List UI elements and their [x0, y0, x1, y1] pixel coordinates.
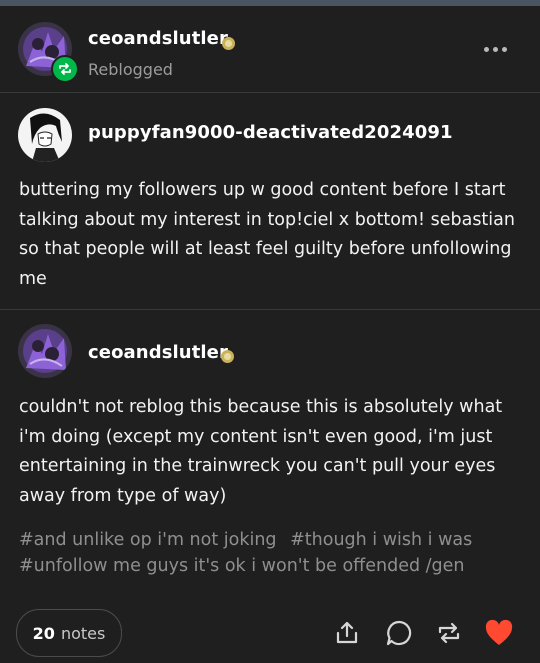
like-heart-icon[interactable] — [484, 618, 514, 648]
post-card: ceoandslutler Reblogged puppyfan9000-dea… — [0, 6, 540, 663]
reblog-author-name[interactable]: ceoandslutler — [88, 342, 228, 363]
reblogged-badge-icon — [51, 55, 79, 83]
tag-link[interactable]: #and unlike op i'm not joking — [19, 530, 277, 550]
reply-icon[interactable] — [384, 618, 414, 648]
reblog-text: couldn't not reblog this because this is… — [19, 397, 503, 506]
more-dots-icon[interactable] — [484, 44, 514, 54]
reblogger-name[interactable]: ceoandslutler — [88, 28, 228, 49]
tag-list: #and unlike op i'm not joking #though i … — [19, 527, 519, 579]
share-icon[interactable] — [332, 618, 362, 648]
original-author-name[interactable]: puppyfan9000-deactivated2024091 — [88, 122, 453, 143]
original-post-text: buttering my followers up w good content… — [19, 180, 515, 289]
reblogged-label: Reblogged — [88, 60, 173, 79]
blog-badge-icon — [222, 37, 235, 50]
tag-link[interactable]: #though i wish i was — [290, 530, 472, 550]
notes-count: 20 — [32, 623, 55, 643]
blog-badge-icon — [221, 350, 234, 363]
original-author-avatar[interactable] — [18, 108, 72, 162]
post-header: ceoandslutler Reblogged — [0, 6, 540, 92]
tag-link[interactable]: #unfollow me guys it's ok i won't be off… — [19, 556, 465, 576]
notes-label: notes — [60, 623, 106, 643]
reblog-icon[interactable] — [434, 618, 464, 648]
notes-button[interactable]: 20 notes — [16, 609, 122, 657]
divider — [0, 92, 540, 93]
divider — [0, 309, 540, 310]
reblog-author-avatar[interactable] — [18, 324, 72, 378]
